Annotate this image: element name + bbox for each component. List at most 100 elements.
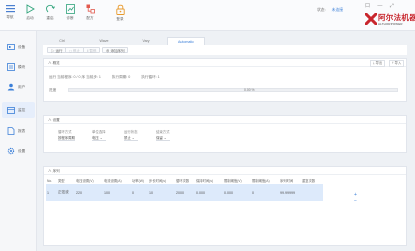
pause-button[interactable]: ‖ 暂停 xyxy=(83,47,101,53)
progress-bar xyxy=(68,88,398,92)
brand-logo: 阿尔法机器 ALTHORPOWER xyxy=(365,12,415,29)
table-cell[interactable]: 0 xyxy=(131,184,148,201)
refresh-icon xyxy=(45,4,55,13)
connection-status-label: 状态: xyxy=(317,8,326,12)
progress-text: 0.00 % xyxy=(244,88,255,92)
recipe-button[interactable]: 配方 xyxy=(80,4,100,21)
column-header: 限制阈值(A) xyxy=(252,179,270,183)
table-cell[interactable]: 0.000 xyxy=(195,184,223,201)
stop-button[interactable]: ◻ 停止 xyxy=(65,47,84,53)
sidebar-item-device[interactable]: 设备 xyxy=(2,39,35,55)
table-cell[interactable]: 99.99999 xyxy=(279,184,301,201)
end-mode-label: 结束方式 xyxy=(156,130,170,134)
navigation-button[interactable]: 导航 xyxy=(0,4,20,20)
diagnose-button[interactable]: 诊断 xyxy=(60,4,80,21)
sidebar-item-label: 监控 xyxy=(18,107,26,112)
import-button[interactable]: ⤒ 导入 xyxy=(389,60,405,67)
overview-panel-title[interactable]: ∧ 概览 xyxy=(44,59,406,67)
sidebar-item-monitor[interactable]: 监控 xyxy=(2,102,35,118)
remove-row-button[interactable]: − xyxy=(354,198,357,204)
play-icon xyxy=(26,4,35,14)
sidebar-item-label: 设备 xyxy=(18,44,26,49)
tab-wave[interactable]: Wave xyxy=(89,37,119,45)
column-header: 类型 xyxy=(58,179,65,183)
window-controls[interactable]: 口 — ⤢ xyxy=(365,2,397,9)
end-mode-select[interactable]: 保留 ⌄ xyxy=(156,136,170,141)
gear-icon xyxy=(7,147,15,155)
table-row[interactable]: 1 正弦波 220 100 0 10 2000 0.000 0.000 0 99… xyxy=(46,184,323,201)
logo-mark-icon xyxy=(365,13,377,25)
user-icon xyxy=(7,83,15,91)
run-state-select[interactable]: 禁止 ⌄ xyxy=(124,136,138,141)
table-cell[interactable]: 2000 xyxy=(175,184,195,201)
import-label: 导入 xyxy=(394,61,402,65)
cycle-mode-select[interactable]: 按程序周期 xyxy=(58,136,75,141)
tab-bar: Ctrl Wave Vary Automatic xyxy=(37,37,415,45)
sequence-panel-title[interactable]: ∧ 序列 xyxy=(44,167,406,175)
unit-field: 单位选择 电压 ⌄ xyxy=(92,129,106,141)
column-header: No. xyxy=(47,178,53,183)
restart-label: 重启 xyxy=(46,16,54,20)
unit-select[interactable]: 电压 ⌄ xyxy=(92,136,106,141)
run-button[interactable]: ▷ 运行 xyxy=(47,47,67,53)
overview-panel: ∧ 概览 ⤓ 导出 ⤒ 导入 运行 当前程序: 0 / 0 序 当前步: 1 执… xyxy=(43,58,407,102)
table-cell[interactable]: 100 xyxy=(103,184,131,201)
tab-vary[interactable]: Vary xyxy=(131,37,161,45)
run-state-field: 运行状态 禁止 ⌄ xyxy=(124,129,138,141)
sidebar-item-settings[interactable]: 设置 xyxy=(2,143,35,159)
start-label: 启动 xyxy=(26,16,34,20)
brand-subtitle: ALTHORPOWER xyxy=(378,22,403,26)
column-header: 序列时间 xyxy=(280,179,294,183)
tab-ctrl[interactable]: Ctrl xyxy=(47,37,77,45)
column-header: 步长时间(s) xyxy=(149,179,167,183)
settings-panel: ∧ 设置 循环方式 按程序周期 单位选择 电压 ⌄ 运行状态 禁止 ⌄ 结束方式… xyxy=(43,115,407,153)
chart-icon xyxy=(65,4,75,14)
module-icon xyxy=(7,63,15,71)
sidebar-item-label: 用户 xyxy=(18,84,26,89)
sidebar-item-report[interactable]: 报表 xyxy=(2,123,35,139)
diagnose-label: 诊断 xyxy=(66,16,74,20)
device-icon xyxy=(7,43,15,50)
table-cell[interactable]: 10 xyxy=(148,184,175,201)
recipe-label: 配方 xyxy=(86,16,94,20)
table-cell: 1 xyxy=(46,184,57,201)
row-controls: + − xyxy=(354,192,357,204)
program-status: 运行 当前程序: 0 / 0 序 当前步: 1 xyxy=(49,75,101,79)
table-cell[interactable]: 220 xyxy=(75,184,103,201)
connection-status: 状态: 未连接 xyxy=(317,8,343,13)
table-cell[interactable]: 正弦波 xyxy=(57,184,75,201)
start-button[interactable]: 启动 xyxy=(20,4,40,21)
sequence-table: No. 类型 电压设置(V) 电流设置(A) 功率(W) 步长时间(s) 循环次… xyxy=(46,177,323,201)
settings-panel-title[interactable]: ∧ 设置 xyxy=(44,116,406,124)
column-header: 保持时间(s) xyxy=(196,179,214,183)
sidebar: 设备 模块 用户 监控 报表 设置 xyxy=(0,31,37,251)
tab-automatic[interactable]: Automatic xyxy=(167,37,205,45)
sidebar-item-label: 模块 xyxy=(18,64,26,69)
login-label: 登录 xyxy=(116,17,124,21)
cycle-mode-field: 循环方式 按程序周期 xyxy=(58,129,75,141)
run-state-label: 运行状态 xyxy=(124,130,138,134)
add-sequence-button[interactable]: ⊕ 添加序列 xyxy=(102,47,129,53)
login-button[interactable]: 登录 xyxy=(110,4,130,22)
cycle-mode-label: 循环方式 xyxy=(58,130,72,134)
main-content: Ctrl Wave Vary Automatic ▷ 运行 ◻ 停止 ‖ 暂停 … xyxy=(37,31,415,251)
unit-label: 单位选择 xyxy=(92,130,106,134)
top-toolbar: 导航 启动 重启 诊断 配方 登录 状态: 未连接 口 — ⤢ 阿尔法机器 ALT… xyxy=(0,0,415,31)
connection-status-value: 未连接 xyxy=(331,8,344,12)
loop-status: 执行循环: 1 xyxy=(141,75,160,79)
sidebar-item-user[interactable]: 用户 xyxy=(2,79,35,95)
monitor-icon xyxy=(7,106,15,114)
run-status-line: 运行 当前程序: 0 / 0 序 当前步: 1 执行周期: 0 执行循环: 1 xyxy=(49,75,170,80)
table-cell[interactable]: 0.000 xyxy=(223,184,251,201)
sidebar-item-module[interactable]: 模块 xyxy=(2,59,35,75)
table-cell[interactable]: 0 xyxy=(251,184,279,201)
sidebar-item-label: 报表 xyxy=(18,128,26,133)
column-header: 功率(W) xyxy=(132,179,144,183)
restart-button[interactable]: 重启 xyxy=(40,4,60,21)
table-cell xyxy=(301,184,323,201)
export-button[interactable]: ⤓ 导出 xyxy=(370,60,386,67)
document-icon xyxy=(7,127,15,135)
column-header: 循环次数 xyxy=(176,179,190,183)
export-label: 导出 xyxy=(375,61,383,65)
column-header: 电流设置(A) xyxy=(104,179,122,183)
